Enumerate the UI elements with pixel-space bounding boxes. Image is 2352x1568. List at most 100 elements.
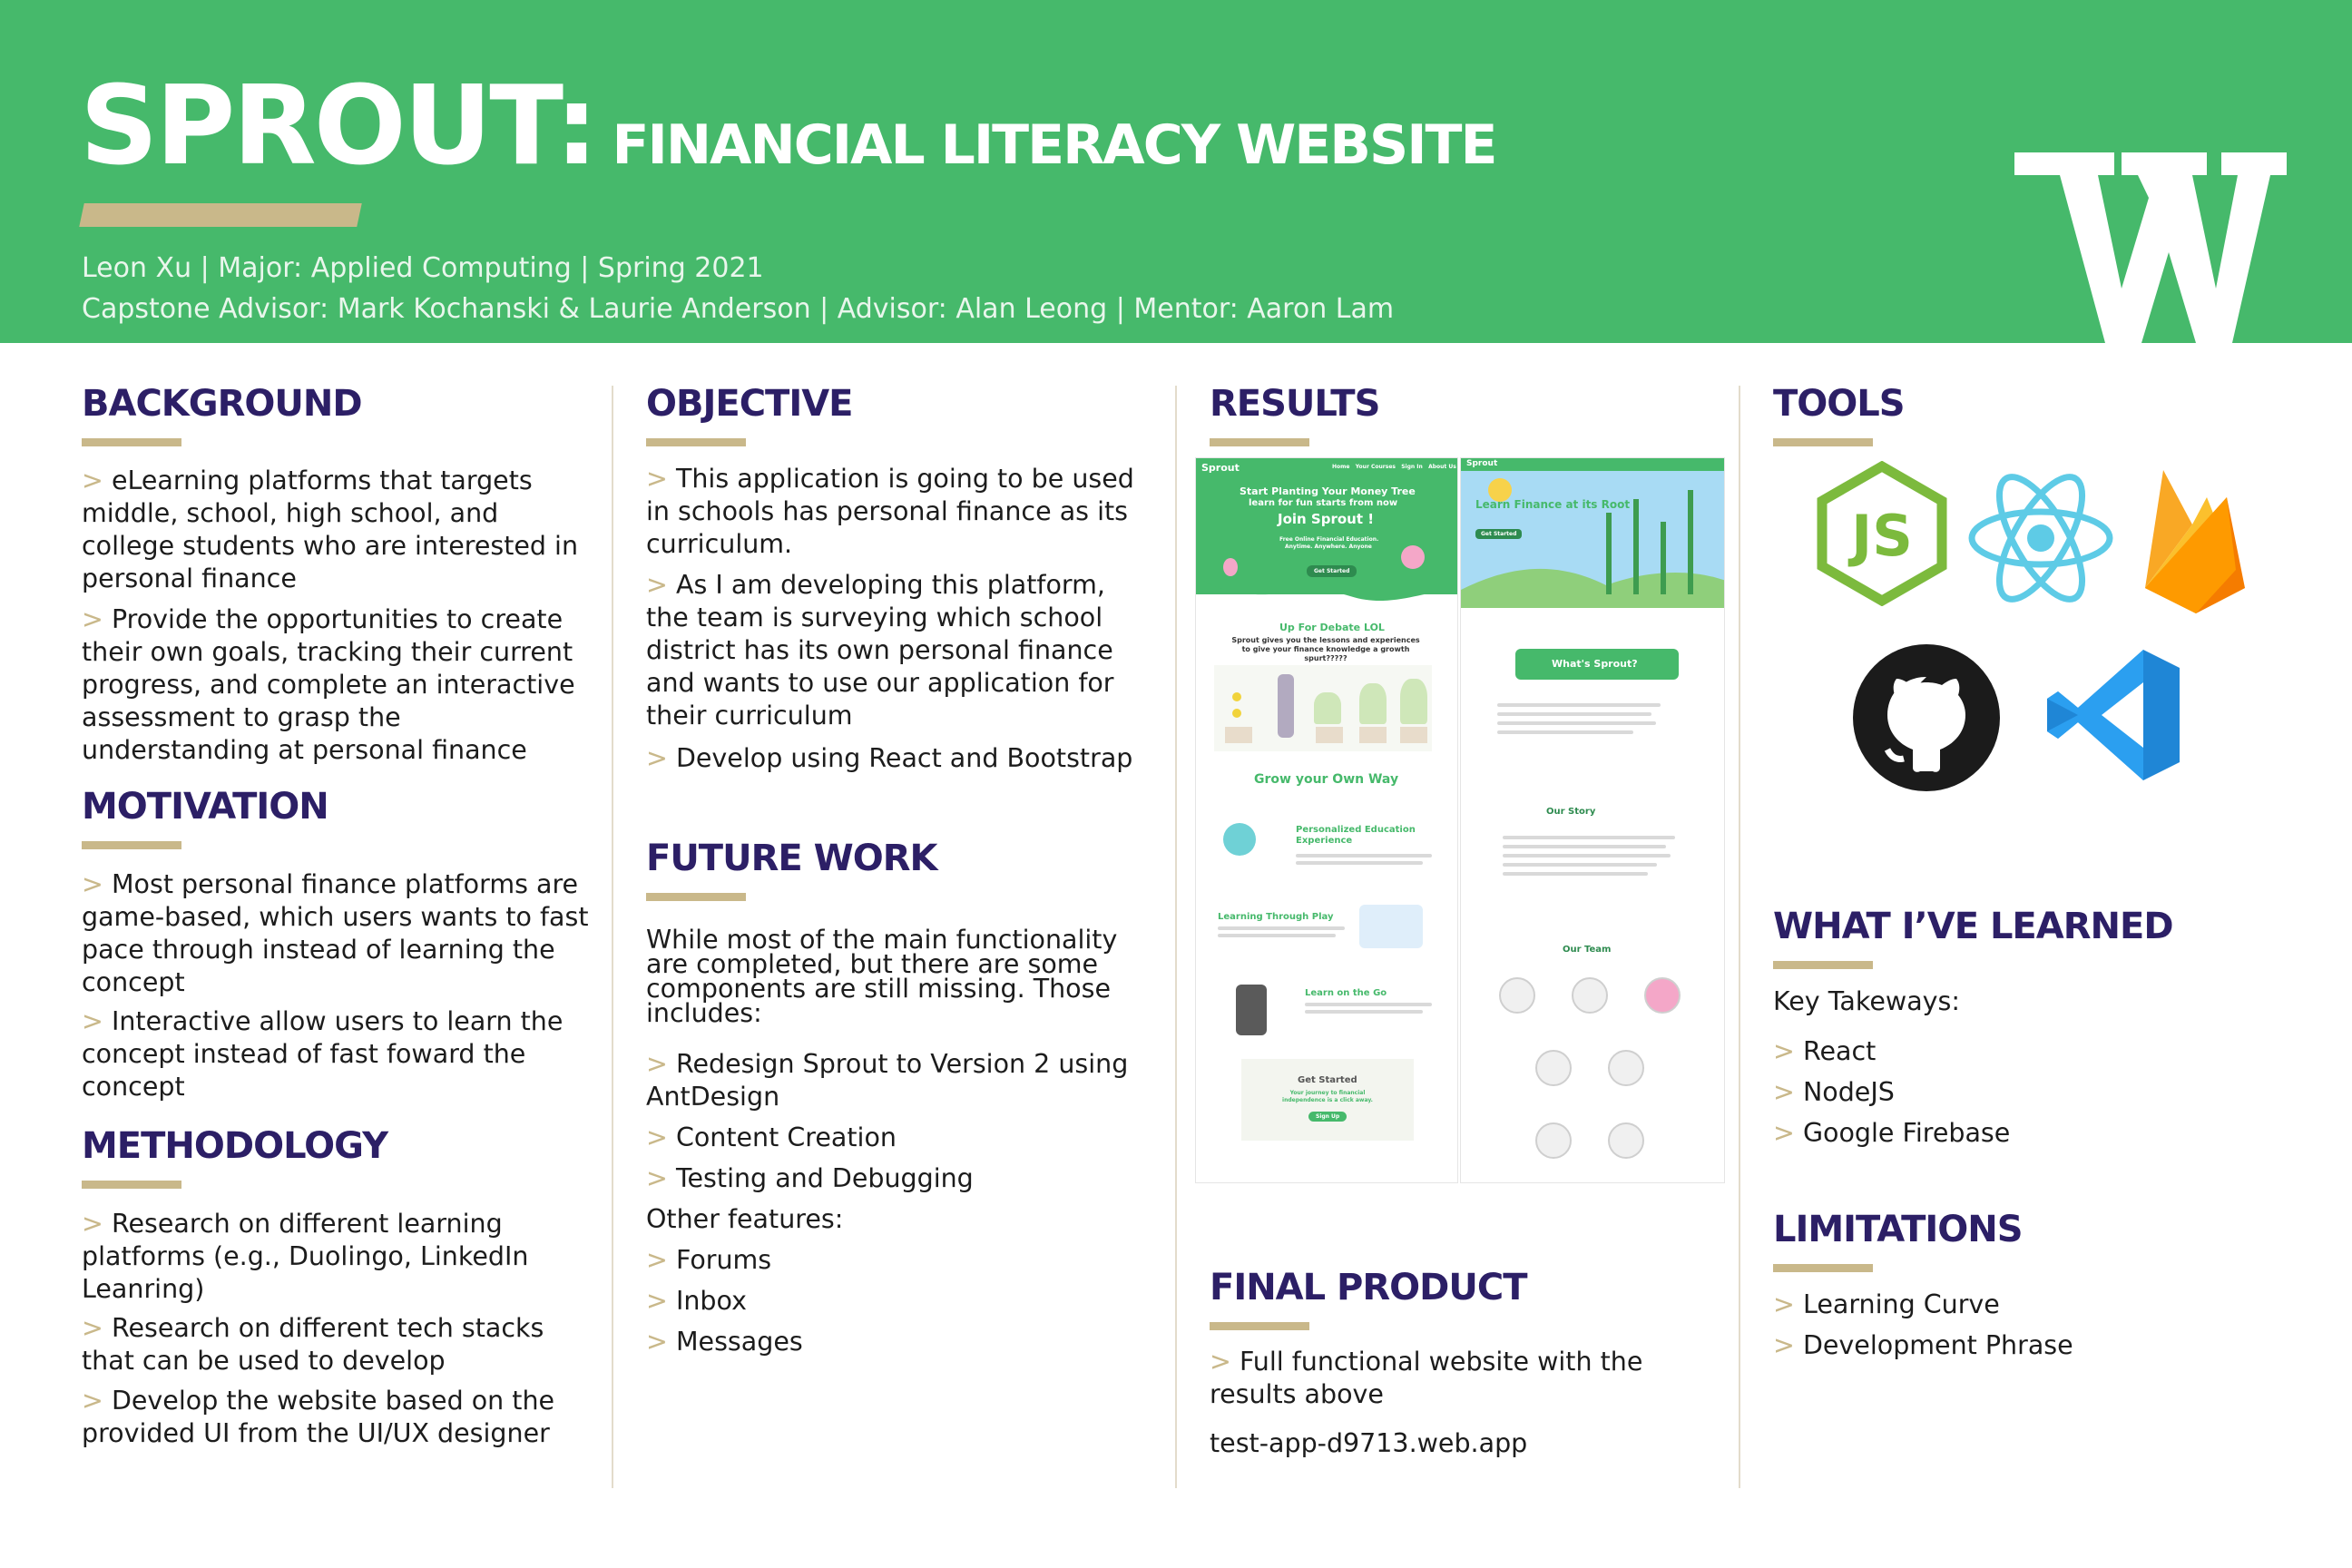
mock-text-line <box>1497 730 1633 734</box>
mock-brand: Sprout <box>1201 462 1240 474</box>
mock-text-line <box>1218 926 1345 930</box>
mock-about-hero-button: Get Started <box>1475 529 1523 539</box>
limitations-heading: LIMITATIONS <box>1773 1209 2024 1250</box>
vscode-icon <box>2047 650 2180 780</box>
motivation-item: > Interactive allow users to learn the c… <box>82 1006 564 1102</box>
limitation-item: > Learning Curve <box>1773 1289 2000 1319</box>
methodology-item: > Research on different learning platfor… <box>82 1209 529 1304</box>
mock-hero-line2: learn for fun starts from now <box>1249 498 1398 508</box>
mock-text-line <box>1497 721 1656 725</box>
mock-text-line <box>1296 854 1432 858</box>
heading-underline <box>82 1181 181 1189</box>
mock-balloon-icon <box>1223 558 1238 576</box>
methodology-item: > Develop the website based on the provi… <box>82 1386 555 1448</box>
website-screenshot-about: Sprout Learn Finance at its Root Get Sta… <box>1460 457 1725 1183</box>
team-avatar <box>1535 1050 1572 1086</box>
other-feature-text: Inbox <box>675 1286 747 1316</box>
learned-item: > React <box>1773 1036 1877 1066</box>
mock-feature1-icon <box>1223 823 1256 856</box>
methodology-heading: METHODOLOGY <box>82 1125 388 1167</box>
learned-item: > Google Firebase <box>1773 1118 2011 1148</box>
team-avatar <box>1572 977 1608 1014</box>
mock-text-line <box>1503 872 1648 876</box>
mock-story-title: Our Story <box>1546 807 1596 817</box>
mock-text-line <box>1296 861 1423 865</box>
mock-text-line <box>1218 934 1336 937</box>
mock-feature1-title: Personalized Education Experience <box>1296 825 1416 846</box>
mock-about-brand: Sprout <box>1466 459 1498 468</box>
mock-text-line <box>1497 712 1651 716</box>
uw-logo-icon <box>2014 152 2287 343</box>
motivation-item: > Most personal finance platforms are ga… <box>82 869 589 997</box>
mock-phone-icon <box>1236 985 1267 1035</box>
learned-heading: WHAT I’VE LEARNED <box>1773 906 2174 947</box>
title-sub: FINANCIAL LITERACY WEBSITE <box>612 113 1498 177</box>
mock-cta-text: Your journey to financial independence i… <box>1282 1090 1373 1103</box>
mock-nav-item: Home <box>1332 464 1350 470</box>
motivation-item-text: Interactive allow users to learn the con… <box>82 1006 564 1102</box>
mock-hero-line1: Start Planting Your Money Tree <box>1240 485 1416 497</box>
mock-plant-stalk <box>1688 490 1693 594</box>
firebase-icon <box>2145 470 2245 613</box>
motivation-heading: MOTIVATION <box>82 786 329 828</box>
heading-underline <box>1210 438 1309 446</box>
tools-heading: TOOLS <box>1773 383 1906 425</box>
learned-intro: Key Takeways: <box>1773 986 1960 1016</box>
team-avatar <box>1608 1122 1644 1159</box>
mock-text-line <box>1503 845 1666 848</box>
future-work-intro: While most of the main functionality are… <box>646 925 1118 1028</box>
team-avatar <box>1608 1050 1644 1086</box>
learned-item-text: Google Firebase <box>1802 1118 2011 1148</box>
background-item-text: Provide the opportunities to create thei… <box>82 604 575 765</box>
methodology-item: > Research on different tech stacks that… <box>82 1313 544 1376</box>
background-item: > Provide the opportunities to create th… <box>82 604 575 765</box>
team-avatar <box>1644 977 1681 1014</box>
final-product-text: Full functional website with the results… <box>1210 1347 1643 1409</box>
future-work-item-text: Redesign Sprout to Version 2 using AntDe… <box>646 1049 1129 1112</box>
future-work-item: > Testing and Debugging <box>646 1163 974 1193</box>
objective-item: > As I am developing this platform, the … <box>646 570 1114 730</box>
column-divider <box>1739 386 1740 1488</box>
methodology-item-text: Research on different tech stacks that c… <box>82 1313 544 1376</box>
mock-text-line <box>1305 1010 1423 1014</box>
other-features-label: Other features: <box>646 1204 844 1234</box>
header-banner: SPROUT: FINANCIAL LITERACY WEBSITE Leon X… <box>0 0 2352 343</box>
mock-text-line <box>1497 703 1661 707</box>
heading-underline <box>82 438 181 446</box>
mock-nav-item: Sign In <box>1401 464 1423 470</box>
column-divider <box>612 386 613 1488</box>
team-avatar <box>1535 1122 1572 1159</box>
column-divider <box>1175 386 1177 1488</box>
mock-debate-text: Sprout gives you the lessons and experie… <box>1231 636 1420 662</box>
page-title: SPROUT: FINANCIAL LITERACY WEBSITE <box>80 64 1498 190</box>
mock-cta-title: Get Started <box>1298 1075 1357 1085</box>
mock-feature2-title: Learning Through Play <box>1218 912 1334 922</box>
limitation-item: > Development Phrase <box>1773 1330 2073 1360</box>
mock-about-navbar <box>1461 458 1724 471</box>
mock-feature3-title: Learn on the Go <box>1305 988 1387 998</box>
methodology-item-text: Develop the website based on the provide… <box>82 1386 555 1448</box>
advisor-info: Capstone Advisor: Mark Kochanski & Lauri… <box>82 293 1395 325</box>
final-product-url[interactable]: test-app-d9713.web.app <box>1210 1427 1681 1460</box>
mock-text-line <box>1503 863 1657 867</box>
mock-plant-stalk <box>1661 522 1666 594</box>
mock-nav-item: About Us <box>1428 464 1456 470</box>
svg-text:JS: JS <box>1847 503 1913 569</box>
future-work-item-text: Content Creation <box>675 1122 897 1152</box>
future-work-heading: FUTURE WORK <box>646 838 938 879</box>
mock-hero-wave <box>1196 576 1457 601</box>
heading-underline <box>646 438 746 446</box>
motivation-item-text: Most personal finance platforms are game… <box>82 869 589 997</box>
methodology-item-text: Research on different learning platforms… <box>82 1209 529 1304</box>
nodejs-icon: JS <box>1817 461 1947 606</box>
mock-plant-stalk <box>1633 499 1639 594</box>
background-item-text: eLearning platforms that targets middle,… <box>82 466 579 593</box>
mock-grow-title: Grow your Own Way <box>1254 772 1399 787</box>
mock-feature2-illustration <box>1359 905 1423 948</box>
other-feature-item: > Inbox <box>646 1286 747 1316</box>
background-item: > eLearning platforms that targets middl… <box>82 466 579 593</box>
objective-item: > This application is going to be used i… <box>646 464 1134 559</box>
results-heading: RESULTS <box>1210 383 1380 425</box>
mock-hero-small2: Anytime. Anywhere. Anyone <box>1285 544 1372 550</box>
mock-sun-icon <box>1488 478 1512 502</box>
